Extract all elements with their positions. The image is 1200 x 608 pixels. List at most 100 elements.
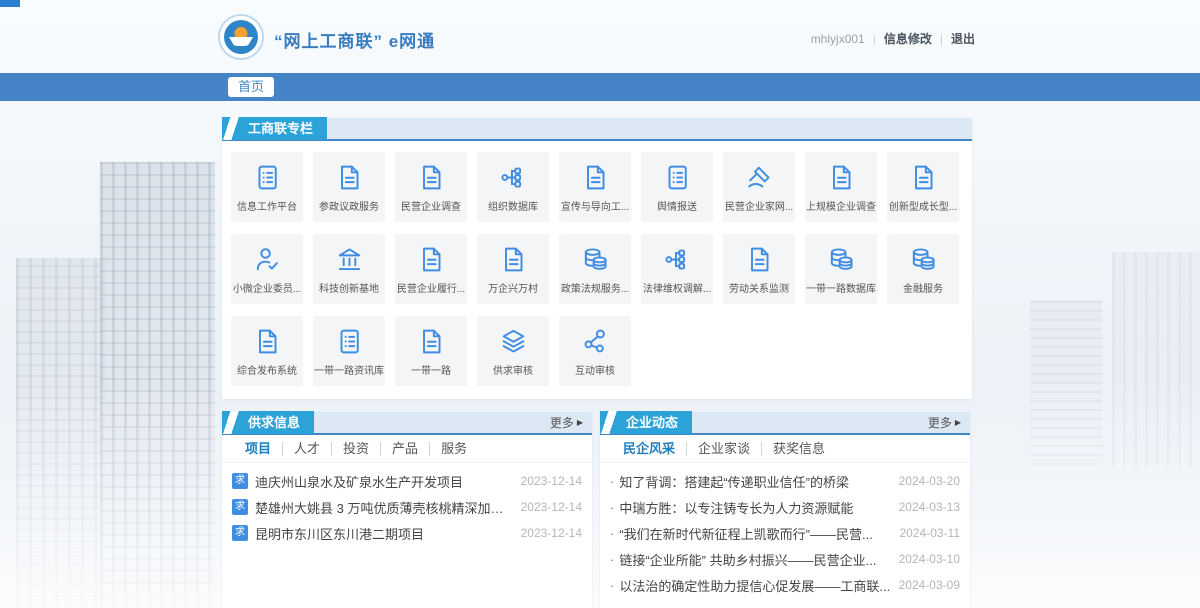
app-card[interactable]: 法律维权调解... [641,234,713,304]
section-title: 工商联专栏 [222,117,327,140]
info-edit-link[interactable]: 信息修改 [884,30,932,47]
list-icon [334,326,365,357]
app-card[interactable]: 民营企业家网... [723,152,795,222]
list-item[interactable]: · “我们在新时代新征程上凯歌而行”——民营... 2024-03-11 [610,520,960,546]
tab-entrepreneur-talks[interactable]: 企业家谈 [686,442,761,456]
list-item[interactable]: · 以法治的确定性助力提信心促发展——工商联... 2024-03-09 [610,572,960,598]
app-card[interactable]: 民营企业履行... [395,234,467,304]
tab-award-info[interactable]: 获奖信息 [761,442,836,456]
app-card[interactable]: 参政议政服务 [313,152,385,222]
item-date: 2024-03-20 [899,474,960,488]
nav-home-button[interactable]: 首页 [228,77,274,97]
app-card[interactable]: 信息工作平台 [231,152,303,222]
demand-badge: 求 [232,499,248,515]
list-item[interactable]: · 知了背调：搭建起“传递职业信任”的桥梁 2024-03-20 [610,468,960,494]
supply-demand-list: 求 迪庆州山泉水及矿泉水生产开发项目 2023-12-14 求 楚雄州大姚县 3… [222,463,592,546]
separator: | [940,32,943,46]
app-card-label: 创新型成长型... [889,198,957,213]
app-card-label: 劳动关系监测 [729,280,789,295]
app-card[interactable]: 互动审核 [559,316,631,386]
item-title: “我们在新时代新征程上凯歌而行”——民营... [619,524,891,543]
header: “网上工商联” e网通 mhlyjx001 | 信息修改 | 退出 [0,0,1200,73]
document-icon [580,162,611,193]
section-title: 供求信息 [222,411,314,434]
enterprise-news-list: · 知了背调：搭建起“传递职业信任”的桥梁 2024-03-20 · 中瑞方胜：… [600,463,970,598]
tab-private-enterprise[interactable]: 民企风采 [612,442,686,456]
list-item[interactable]: 求 迪庆州山泉水及矿泉水生产开发项目 2023-12-14 [232,468,582,494]
bullet-icon: · [610,474,614,489]
app-card[interactable]: 万企兴万村 [477,234,549,304]
app-card-label: 组织数据库 [488,198,538,213]
logout-link[interactable]: 退出 [951,30,975,47]
document-icon [334,162,365,193]
app-card[interactable]: 一带一路 [395,316,467,386]
list-item[interactable]: · 中瑞方胜：以专注铸专长为人力资源赋能 2024-03-13 [610,494,960,520]
enterprise-news-tabs: 民企风采 企业家谈 获奖信息 [600,435,970,463]
tab-talent[interactable]: 人才 [282,442,331,456]
app-card[interactable]: 上规模企业调查 [805,152,877,222]
site-title: “网上工商联” e网通 [274,27,435,52]
app-card[interactable]: 一带一路资讯库 [313,316,385,386]
list-item[interactable]: 求 昆明市东川区东川港二期项目 2023-12-14 [232,520,582,546]
site-logo-icon [220,16,262,58]
app-card-label: 金融服务 [903,280,943,295]
more-link[interactable]: 更多 ▶ [550,414,583,431]
document-icon [416,162,447,193]
app-card[interactable]: 民营企业调查 [395,152,467,222]
app-card-label: 民营企业家网... [725,198,793,213]
list-item[interactable]: 求 楚雄州大姚县 3 万吨优质薄壳核桃精深加工及科... 2023-12-14 [232,494,582,520]
app-card[interactable]: 组织数据库 [477,152,549,222]
app-card-label: 民营企业履行... [397,280,465,295]
list-icon [662,162,693,193]
document-icon [416,326,447,357]
item-title: 以法治的确定性助力提信心促发展——工商联... [619,576,890,595]
app-card[interactable]: 科技创新基地 [313,234,385,304]
document-icon [498,244,529,275]
item-date: 2024-03-13 [899,500,960,514]
section-title: 企业动态 [600,411,692,434]
app-card[interactable]: 综合发布系统 [231,316,303,386]
corner-mark [0,0,20,7]
item-date: 2024-03-10 [899,552,960,566]
item-date: 2024-03-09 [899,578,960,592]
arrow-right-icon: ▶ [577,418,583,427]
orgchart-icon [498,162,529,193]
tab-project[interactable]: 项目 [234,442,282,456]
app-card-label: 科技创新基地 [319,280,379,295]
document-icon [416,244,447,275]
item-title: 楚雄州大姚县 3 万吨优质薄壳核桃精深加工及科... [255,498,513,517]
app-card-label: 一带一路资讯库 [314,362,384,377]
app-card[interactable]: 一带一路数据库 [805,234,877,304]
app-card[interactable]: 政策法规服务... [559,234,631,304]
app-grid: 信息工作平台 参政议政服务 民营企业调查 组织数据库 宣传与导向工... 舆情报… [222,141,972,397]
more-link[interactable]: 更多 ▶ [928,414,961,431]
tab-investment[interactable]: 投资 [331,442,380,456]
list-item[interactable]: · 链接“企业所能” 共助乡村振兴——民营企业... 2024-03-10 [610,546,960,572]
supply-demand-tabs: 项目 人才 投资 产品 服务 [222,435,592,463]
bullet-icon: · [610,526,614,541]
list-icon [252,162,283,193]
tab-product[interactable]: 产品 [380,442,429,456]
app-card-label: 万企兴万村 [488,280,538,295]
app-card[interactable]: 宣传与导向工... [559,152,631,222]
special-column-header: 工商联专栏 [222,118,972,141]
item-title: 迪庆州山泉水及矿泉水生产开发项目 [255,472,513,491]
bullet-icon: · [610,552,614,567]
special-column-panel: 工商联专栏 信息工作平台 参政议政服务 民营企业调查 组织数据库 宣传与导向工.… [222,118,972,399]
app-card-label: 法律维权调解... [643,280,711,295]
supply-demand-panel: 供求信息 更多 ▶ 项目 人才 投资 产品 服务 求 迪庆州山泉水及矿泉水生产开… [222,412,592,608]
app-card[interactable]: 小微企业委员... [231,234,303,304]
app-card[interactable]: 供求审核 [477,316,549,386]
enterprise-news-panel: 企业动态 更多 ▶ 民企风采 企业家谈 获奖信息 · 知了背调：搭建起“传递职业… [600,412,970,608]
item-date: 2023-12-14 [521,526,582,540]
app-card[interactable]: 金融服务 [887,234,959,304]
item-title: 链接“企业所能” 共助乡村振兴——民营企业... [619,550,890,569]
item-title: 知了背调：搭建起“传递职业信任”的桥梁 [619,472,890,491]
separator: | [873,32,876,46]
item-date: 2023-12-14 [521,474,582,488]
app-card[interactable]: 劳动关系监测 [723,234,795,304]
item-date: 2024-03-11 [900,526,961,540]
app-card[interactable]: 创新型成长型... [887,152,959,222]
app-card[interactable]: 舆情报送 [641,152,713,222]
tab-service[interactable]: 服务 [429,442,478,456]
